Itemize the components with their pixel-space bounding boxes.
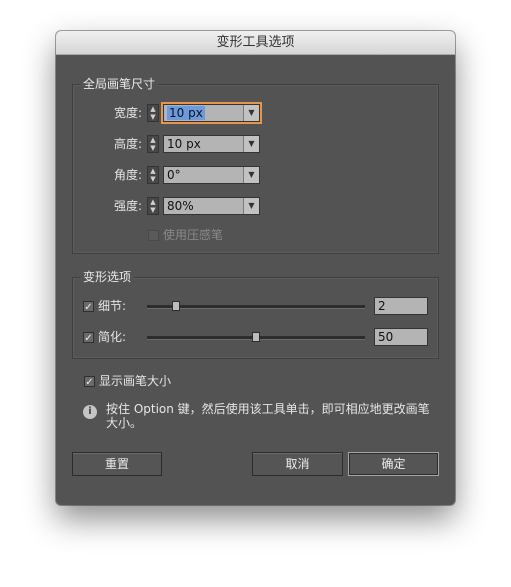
dialog-title: 变形工具选项 — [56, 31, 455, 55]
show-brush-size-label: 显示画笔大小 — [99, 374, 172, 388]
dropdown-arrow-icon[interactable]: ▼ — [243, 198, 259, 214]
intensity-combo[interactable]: 80% ▼ — [163, 197, 260, 215]
angle-label: 角度: — [113, 168, 142, 182]
use-pressure-pen-checkbox[interactable] — [148, 230, 159, 241]
height-value: 10 px — [167, 137, 201, 151]
info-icon: i — [83, 405, 97, 419]
brush-dimensions-group: 全局画笔尺寸 宽度: ▲ ▼ 10 px ▼ 高度: ▲ ▼ 10 px ▼ 角… — [72, 76, 439, 254]
stepper-up-icon[interactable]: ▲ — [148, 167, 158, 175]
angle-combo[interactable]: 0° ▼ — [163, 166, 260, 184]
brush-dimensions-title: 全局画笔尺寸 — [80, 76, 159, 92]
width-value: 10 px — [167, 106, 205, 120]
warp-options-group: 变形选项 ✓ 细节: 2 ✓ 简化: 50 — [72, 269, 439, 359]
stepper-down-icon[interactable]: ▼ — [148, 113, 158, 121]
stepper-down-icon[interactable]: ▼ — [148, 206, 158, 214]
width-label: 宽度: — [113, 106, 142, 120]
height-stepper[interactable]: ▲ ▼ — [147, 135, 159, 153]
info-text: 按住 Option 键，然后使用该工具单击，即可相应地更改画笔大小。 — [106, 402, 430, 430]
stepper-down-icon[interactable]: ▼ — [148, 175, 158, 183]
cancel-button[interactable]: 取消 — [252, 452, 343, 476]
detail-slider-thumb[interactable] — [172, 301, 181, 311]
checkmark-icon: ✓ — [85, 377, 94, 388]
height-label: 高度: — [113, 137, 142, 151]
warp-tool-options-dialog: 变形工具选项 全局画笔尺寸 宽度: ▲ ▼ 10 px ▼ 高度: ▲ ▼ 10… — [56, 31, 455, 505]
stepper-up-icon[interactable]: ▲ — [148, 198, 158, 206]
simplify-slider-thumb[interactable] — [252, 332, 260, 342]
stepper-down-icon[interactable]: ▼ — [148, 144, 158, 152]
dropdown-arrow-icon[interactable]: ▼ — [243, 136, 259, 152]
intensity-stepper[interactable]: ▲ ▼ — [147, 197, 159, 215]
stepper-up-icon[interactable]: ▲ — [148, 136, 158, 144]
ok-button[interactable]: 确定 — [348, 452, 439, 476]
width-combo[interactable]: 10 px ▼ — [163, 104, 260, 122]
stepper-up-icon[interactable]: ▲ — [148, 105, 158, 113]
width-stepper[interactable]: ▲ ▼ — [147, 104, 159, 122]
angle-stepper[interactable]: ▲ ▼ — [147, 166, 159, 184]
checkmark-icon: ✓ — [84, 302, 93, 313]
simplify-label: 简化: — [98, 330, 127, 344]
dropdown-arrow-icon[interactable]: ▼ — [243, 167, 259, 183]
use-pressure-pen-label: 使用压感笔 — [163, 228, 224, 242]
dropdown-arrow-icon[interactable]: ▼ — [243, 105, 259, 121]
simplify-value-field[interactable]: 50 — [374, 328, 428, 346]
detail-label: 细节: — [98, 299, 127, 313]
detail-checkbox[interactable]: ✓ — [83, 301, 94, 313]
detail-value-field[interactable]: 2 — [374, 297, 428, 315]
show-brush-size-checkbox[interactable]: ✓ — [84, 376, 95, 388]
angle-value: 0° — [167, 168, 181, 182]
height-combo[interactable]: 10 px ▼ — [163, 135, 260, 153]
simplify-checkbox[interactable]: ✓ — [83, 332, 94, 344]
checkmark-icon: ✓ — [84, 333, 93, 344]
reset-button[interactable]: 重置 — [72, 452, 162, 476]
warp-options-title: 变形选项 — [80, 269, 135, 285]
intensity-value: 80% — [167, 199, 194, 213]
intensity-label: 强度: — [113, 199, 142, 213]
